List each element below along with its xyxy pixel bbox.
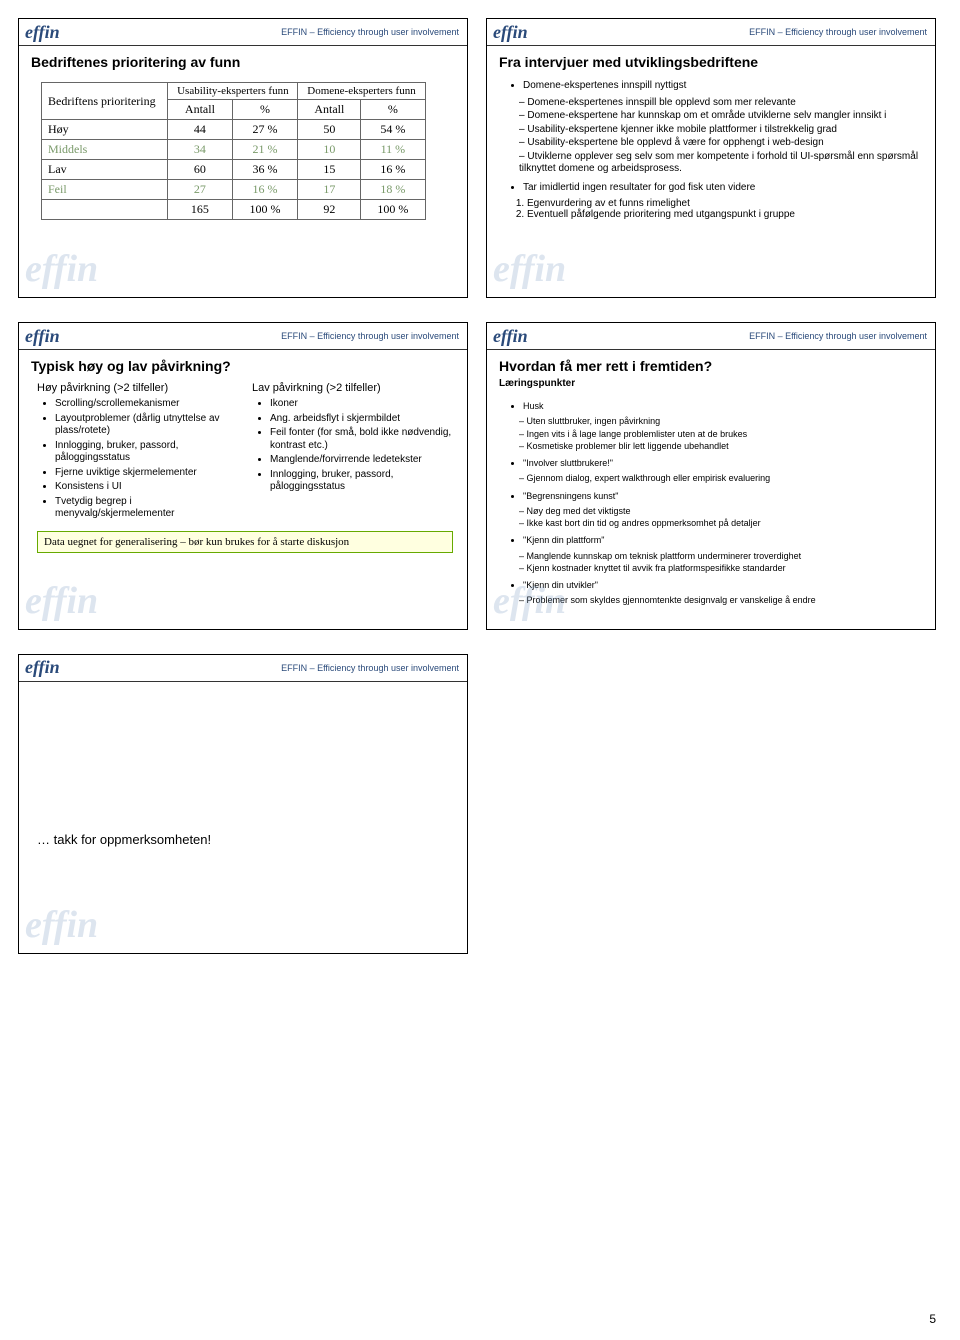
brand-logo: effin	[25, 22, 60, 43]
table-row: Lav 60 36 % 15 16 %	[42, 160, 426, 180]
list-item: Tvetydig begrep i menyvalg/skjermelement…	[55, 496, 240, 521]
dash-item: Uten sluttbruker, ingen påvirkning	[519, 416, 923, 427]
slide-title: Hvordan få mer rett i fremtiden?	[487, 350, 935, 378]
brand-tagline: EFFIN – Efficiency through user involvem…	[281, 331, 459, 341]
dash-item: Domene-ekspertenes innspill ble opplevd …	[519, 97, 923, 110]
dash-item: Ingen vits i å lage lange problemlister …	[519, 429, 923, 440]
dash-item: Kjenn kostnader knyttet til avvik fra pl…	[519, 563, 923, 574]
priority-table: Bedriftens prioritering Usability-eksper…	[41, 82, 426, 220]
group-header: Usability-eksperters funn	[168, 83, 298, 100]
dash-item: Usability-ekspertene ble opplevd å være …	[519, 137, 923, 150]
right-column: Lav påvirkning (>2 tilfeller) Ikoner Ang…	[252, 382, 455, 525]
brand-logo: effin	[493, 22, 528, 43]
slide-title: Fra intervjuer med utviklingsbedriftene	[487, 46, 935, 74]
list-item: Feil fonter (for små, bold ikke nødvendi…	[270, 427, 455, 452]
slide-header: effin EFFIN – Efficiency through user in…	[19, 323, 467, 350]
brand-tagline: EFFIN – Efficiency through user involvem…	[749, 27, 927, 37]
slide-header: effin EFFIN – Efficiency through user in…	[487, 323, 935, 350]
sub-header: Antall	[298, 100, 361, 120]
dash-item: Kosmetiske problemer blir lett liggende …	[519, 441, 923, 452]
dash-item: Problemer som skyldes gjennomtenkte desi…	[519, 595, 923, 606]
thanks-text: … takk for oppmerksomheten!	[37, 832, 211, 847]
slide-5: effin EFFIN – Efficiency through user in…	[18, 654, 468, 954]
table-row: Middels 34 21 % 10 11 %	[42, 140, 426, 160]
watermark-logo-icon: effin	[25, 579, 98, 623]
slide-body: Husk Uten sluttbruker, ingen påvirkning …	[487, 395, 935, 621]
page-number: 5	[929, 1312, 936, 1326]
left-column: Høy påvirkning (>2 tilfeller) Scrolling/…	[37, 382, 240, 525]
sub-header: %	[232, 100, 298, 120]
list-item: Manglende/forvirrende ledetekster	[270, 454, 455, 467]
dash-item: Utviklerne opplever seg selv som mer kom…	[519, 151, 923, 176]
sub-header: %	[361, 100, 425, 120]
dash-item: Nøy deg med det viktigste	[519, 506, 923, 517]
slide-grid: effin EFFIN – Efficiency through user in…	[18, 18, 942, 954]
group-header: Domene-eksperters funn	[298, 83, 425, 100]
dash-item: Usability-ekspertene kjenner ikke mobile…	[519, 124, 923, 137]
table-row-total: 165 100 % 92 100 %	[42, 200, 426, 220]
list-item: Scrolling/scrollemekanismer	[55, 398, 240, 411]
slide-header: effin EFFIN – Efficiency through user in…	[487, 19, 935, 46]
watermark-logo-icon: effin	[25, 903, 98, 947]
dash-item: Ikke kast bort din tid og andres oppmerk…	[519, 518, 923, 529]
brand-logo: effin	[493, 326, 528, 347]
bullet: "Kjenn din utvikler"	[523, 580, 923, 591]
slide-3: effin EFFIN – Efficiency through user in…	[18, 322, 468, 630]
list-item: Innlogging, bruker, passord, påloggingss…	[55, 440, 240, 465]
watermark-logo-icon: effin	[493, 247, 566, 291]
bullet: "Begrensningens kunst"	[523, 491, 923, 502]
slide-title: Typisk høy og lav påvirkning?	[19, 350, 467, 378]
numbered-item: Egenvurdering av et funns rimelighet	[527, 198, 923, 209]
column-head: Lav påvirkning (>2 tilfeller)	[252, 382, 455, 394]
table-row: Høy 44 27 % 50 54 %	[42, 120, 426, 140]
brand-tagline: EFFIN – Efficiency through user involvem…	[281, 663, 459, 673]
bullet: "Involver sluttbrukere!"	[523, 458, 923, 469]
dash-item: Gjennom dialog, expert walkthrough eller…	[519, 473, 923, 484]
slide-body: Bedriftens prioritering Usability-eksper…	[19, 74, 467, 228]
brand-logo: effin	[25, 326, 60, 347]
slide-body: … takk for oppmerksomheten!	[19, 682, 467, 855]
brand-tagline: EFFIN – Efficiency through user involvem…	[749, 331, 927, 341]
dash-item: Manglende kunnskap om teknisk plattform …	[519, 551, 923, 562]
bullet: Tar imidlertid ingen resultater for god …	[523, 182, 923, 195]
slide-header: effin EFFIN – Efficiency through user in…	[19, 19, 467, 46]
slide-1: effin EFFIN – Efficiency through user in…	[18, 18, 468, 298]
watermark-logo-icon: effin	[25, 247, 98, 291]
list-item: Innlogging, bruker, passord, påloggingss…	[270, 469, 455, 494]
list-item: Ikoner	[270, 398, 455, 411]
bullet: "Kjenn din plattform"	[523, 535, 923, 546]
slide-title: Bedriftenes prioritering av funn	[19, 46, 467, 74]
slide-2: effin EFFIN – Efficiency through user in…	[486, 18, 936, 298]
list-item: Konsistens i UI	[55, 481, 240, 494]
slide-subtitle: Læringspunkter	[487, 378, 935, 395]
slide-header: effin EFFIN – Efficiency through user in…	[19, 655, 467, 682]
dash-item: Domene-ekspertene har kunnskap om et omr…	[519, 110, 923, 123]
column-head: Høy påvirkning (>2 tilfeller)	[37, 382, 240, 394]
row-header: Bedriftens prioritering	[42, 83, 168, 120]
note-box: Data uegnet for generalisering – bør kun…	[37, 531, 453, 553]
list-item: Fjerne uviktige skjermelementer	[55, 467, 240, 480]
brand-tagline: EFFIN – Efficiency through user involvem…	[281, 27, 459, 37]
slide-body: Domene-ekspertenes innspill nyttigst Dom…	[487, 74, 935, 234]
bullet: Husk	[523, 401, 923, 412]
slide-body: Høy påvirkning (>2 tilfeller) Scrolling/…	[19, 378, 467, 561]
brand-logo: effin	[25, 657, 60, 678]
list-item: Ang. arbeidsflyt i skjermbildet	[270, 413, 455, 426]
bullet: Domene-ekspertenes innspill nyttigst	[523, 80, 923, 93]
numbered-item: Eventuell påfølgende prioritering med ut…	[527, 209, 923, 220]
slide-4: effin EFFIN – Efficiency through user in…	[486, 322, 936, 630]
sub-header: Antall	[168, 100, 232, 120]
table-row: Feil 27 16 % 17 18 %	[42, 180, 426, 200]
list-item: Layoutproblemer (dårlig utnyttelse av pl…	[55, 413, 240, 438]
